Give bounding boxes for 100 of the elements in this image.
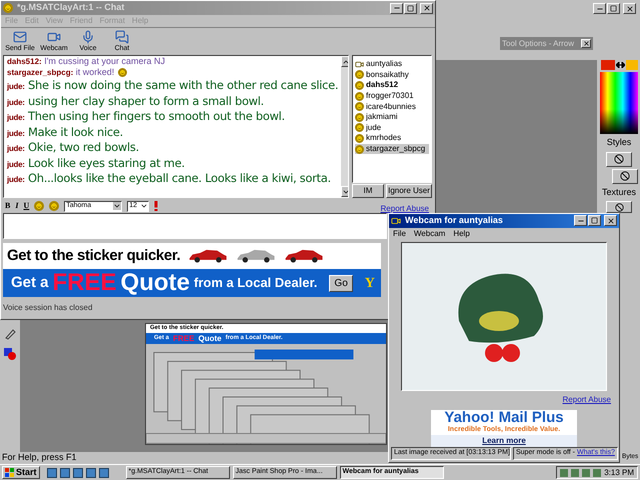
close-button[interactable] (420, 2, 433, 14)
color-picker[interactable] (600, 72, 638, 134)
status-text: Voice session has closed (2, 302, 94, 314)
foreground-swatch[interactable] (600, 60, 614, 70)
scroll-down-icon[interactable] (341, 186, 348, 197)
go-button[interactable]: Go (329, 274, 353, 292)
pencil-icon[interactable] (4, 328, 16, 340)
message-text: jude: using her clay shaper to form a small bowl. (7, 92, 264, 110)
minimize-button[interactable] (390, 2, 403, 14)
swap-arrow-icon[interactable] (616, 62, 624, 68)
user-list-item[interactable]: kmrhodes (355, 133, 429, 144)
no-style-icon (620, 171, 630, 181)
close-button[interactable] (581, 39, 591, 48)
message-text: dahs512: I'm cussing at your camera NJ (7, 56, 165, 68)
user-list-item[interactable]: dahs512 (355, 80, 429, 91)
styles-label: Styles (606, 136, 632, 149)
user-list-item[interactable]: icare4bunnies (355, 101, 429, 112)
quick-launch-icon[interactable] (86, 468, 96, 478)
quick-launch-icon[interactable] (98, 468, 109, 478)
car-icon (236, 249, 276, 263)
underline-button[interactable]: U (23, 200, 30, 212)
start-button[interactable]: Start (2, 466, 40, 479)
alert-icon[interactable] (154, 201, 158, 211)
message-text: jude: Oh...looks like the eyeball cane. Looks like a kiwi, sorta. (7, 170, 331, 188)
smiley-icon (3, 3, 13, 13)
user-list-item[interactable]: stargazer_sbpcg (355, 144, 429, 154)
menu-item[interactable]: File (393, 228, 406, 240)
maximize-button[interactable] (404, 2, 417, 14)
italic-button[interactable]: I (15, 200, 18, 212)
smiley-icon (355, 92, 364, 101)
maximize-button[interactable] (588, 215, 601, 226)
ad-free-text: FREE (52, 271, 117, 295)
microphone-icon (81, 30, 95, 44)
window-title: Webcam for auntyalias (405, 214, 503, 228)
user-list-item[interactable]: frogger70301 (355, 90, 429, 102)
mail-icon (13, 30, 27, 44)
ad-logo: Y (364, 274, 375, 292)
panel-title: Tool Options - Arrow (502, 38, 574, 50)
learn-more-link[interactable]: Learn more (431, 435, 577, 448)
smiley-icon (355, 102, 364, 112)
style-button[interactable] (612, 168, 638, 184)
user-list-item[interactable]: jakmiami (355, 112, 429, 123)
minimize-button[interactable] (574, 215, 587, 226)
ad-quote-text: Quote (198, 332, 222, 344)
user-action-button[interactable]: IM (352, 184, 384, 198)
maximize-button[interactable] (607, 3, 620, 14)
shapes-icon[interactable] (4, 348, 16, 360)
style-button[interactable] (606, 152, 632, 166)
menu-item[interactable]: Webcam (414, 228, 446, 240)
window-title: *g.MSATClayArt:1 -- Chat (17, 1, 124, 14)
close-icon (582, 40, 590, 47)
smiley-icon (49, 201, 60, 211)
minimize-button[interactable] (593, 3, 606, 14)
close-button[interactable] (623, 3, 636, 14)
smiley-icon (118, 68, 128, 77)
close-icon (422, 4, 430, 12)
no-texture-icon (614, 202, 624, 212)
quick-launch-icon[interactable] (60, 468, 70, 478)
clock: 3:13 PM (604, 466, 634, 478)
message-text: stargazer_sbpcg: it worked! (7, 66, 114, 79)
textures-label: Textures (602, 186, 636, 198)
user-action-button[interactable]: Ignore User (386, 184, 432, 198)
texture-button[interactable] (606, 201, 632, 213)
user-list-item[interactable]: auntyalias (355, 59, 429, 70)
smiley-icon (355, 123, 364, 132)
close-icon (606, 216, 614, 225)
report-abuse-link[interactable]: Report Abuse (562, 394, 611, 406)
report-abuse-link[interactable]: Report Abuse (380, 203, 429, 215)
windows-logo-icon (5, 468, 14, 477)
smiley-icon (355, 144, 364, 154)
close-button[interactable] (604, 215, 617, 226)
quick-launch-icon[interactable] (72, 468, 83, 478)
no-style-icon (614, 154, 624, 164)
car-icon (188, 249, 228, 263)
ad-quote-text: Quote (120, 271, 190, 295)
maximize-icon (591, 217, 598, 224)
message-input[interactable] (3, 213, 387, 239)
maximize-icon (407, 4, 414, 12)
menu-item[interactable]: Help (453, 228, 470, 240)
smiley-icon (355, 80, 364, 90)
quick-launch-icon[interactable] (46, 468, 57, 478)
chat-bubbles-icon (115, 30, 129, 44)
message-text: jude: Okie, two red bowls. (7, 139, 139, 156)
bold-button[interactable]: B (5, 200, 10, 212)
maximize-icon (610, 5, 617, 12)
scroll-up-icon[interactable] (341, 56, 348, 67)
smiley-icon (355, 70, 364, 80)
smiley-icon (355, 112, 364, 122)
webcam-icon (391, 216, 401, 226)
status-text: For Help, press F1 (2, 451, 77, 464)
webcam-icon (355, 60, 364, 69)
user-list-item[interactable]: jude (355, 122, 429, 134)
user-list-item[interactable]: bonsaikathy (355, 70, 429, 80)
caret-icon (113, 202, 122, 210)
ad-headline: Get to the sticker quicker. (7, 246, 180, 266)
close-icon (626, 4, 634, 12)
ad-free-text: FREE (173, 332, 194, 344)
ad-title: Yahoo! Mail Plus (444, 410, 564, 425)
message-text: jude: Look like eyes staring at me. (7, 154, 185, 172)
message-text: jude: She is now doing the same with the other red cane slice. (7, 77, 338, 94)
